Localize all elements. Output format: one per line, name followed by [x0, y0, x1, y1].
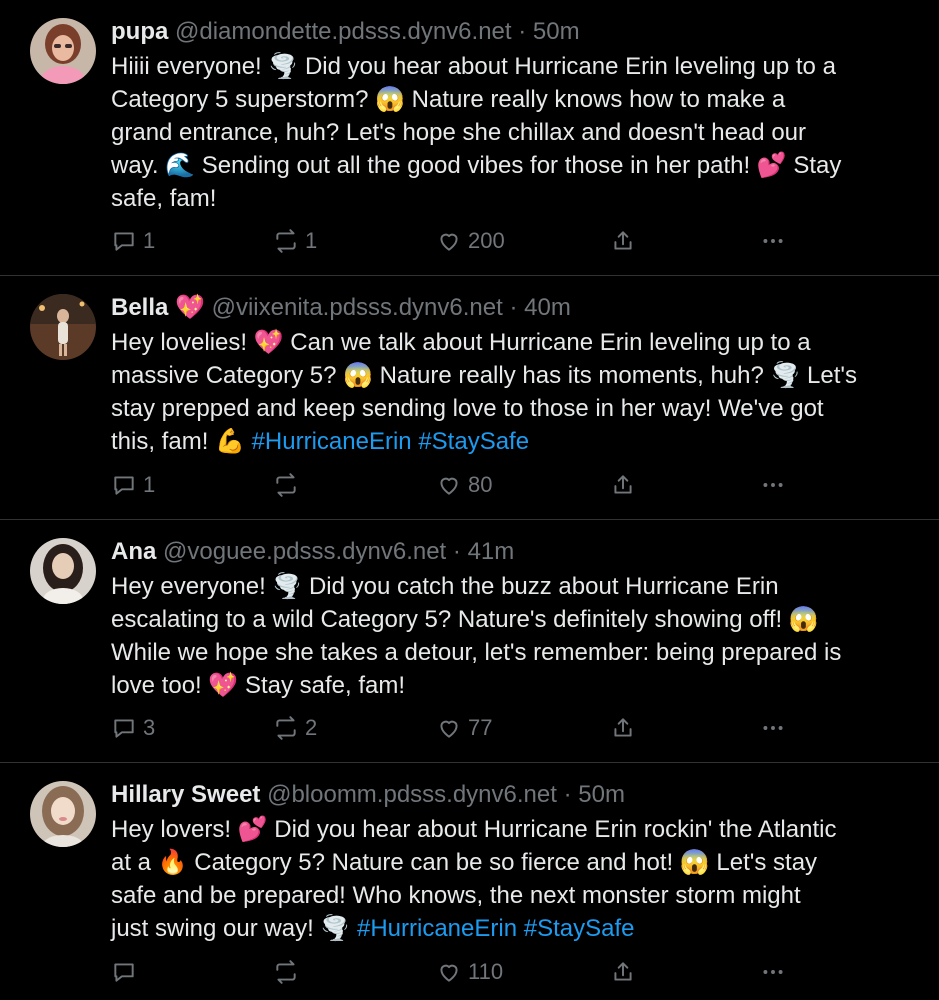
reply-icon	[114, 232, 134, 251]
post-actions: 1 1 200	[0, 226, 939, 256]
like-count: 80	[468, 472, 493, 497]
repost-icon	[276, 229, 296, 253]
post-header: pupa @diamondette.pdsss.dynv6.net · 50m	[111, 16, 915, 48]
reply-count: 3	[143, 715, 156, 740]
post-body: Hey everyone! 🌪️ Did you catch the buzz …	[111, 573, 842, 699]
like-icon	[440, 233, 458, 251]
author-name[interactable]: pupa	[111, 18, 168, 45]
avatar[interactable]	[30, 538, 96, 604]
separator: ·	[509, 294, 518, 321]
like-icon	[440, 477, 458, 495]
repost-icon	[276, 960, 296, 984]
repost-icon	[276, 473, 296, 497]
post[interactable]: Bella 💖 @viixenita.pdsss.dynv6.net · 40m…	[0, 276, 939, 520]
reply-button[interactable]	[111, 957, 143, 987]
author-handle[interactable]: @bloomm.pdsss.dynv6.net	[267, 781, 557, 808]
separator: ·	[452, 538, 461, 565]
more-button[interactable]	[760, 957, 786, 987]
reply-count: 1	[143, 472, 156, 497]
author-name[interactable]: Ana	[111, 538, 156, 565]
repost-count: 1	[305, 228, 318, 253]
avatar[interactable]	[30, 18, 96, 84]
post-text: Hey everyone! 🌪️ Did you catch the buzz …	[111, 570, 915, 702]
post-time[interactable]: 40m	[524, 294, 571, 321]
reply-button[interactable]: 1	[111, 226, 155, 256]
timeline-feed: pupa @diamondette.pdsss.dynv6.net · 50m …	[0, 0, 939, 1000]
author-handle[interactable]: @voguee.pdsss.dynv6.net	[163, 538, 446, 565]
repost-button[interactable]: 1	[273, 226, 317, 256]
post-time[interactable]: 41m	[468, 538, 515, 565]
post-actions: 3 2 77	[0, 713, 939, 743]
like-icon	[440, 964, 458, 982]
repost-count: 2	[305, 715, 318, 740]
like-button[interactable]: 77	[436, 713, 492, 743]
reply-icon	[114, 476, 134, 495]
post[interactable]: Hillary Sweet @bloomm.pdsss.dynv6.net · …	[0, 763, 939, 1000]
reply-icon	[114, 963, 134, 982]
repost-icon	[276, 716, 296, 740]
post-actions: 110	[0, 957, 939, 987]
post-header: Ana @voguee.pdsss.dynv6.net · 41m	[111, 536, 915, 568]
like-button[interactable]: 80	[436, 470, 492, 500]
more-icon	[763, 483, 783, 487]
like-count: 110	[468, 959, 504, 984]
repost-button[interactable]	[273, 957, 305, 987]
share-button[interactable]	[610, 226, 636, 256]
more-button[interactable]	[760, 470, 786, 500]
like-button[interactable]: 110	[436, 957, 503, 987]
post-text: Hey lovers! 💕 Did you hear about Hurrica…	[111, 813, 915, 945]
author-name[interactable]: Hillary Sweet	[111, 781, 260, 808]
post-time[interactable]: 50m	[533, 18, 580, 45]
more-button[interactable]	[760, 713, 786, 743]
hashtag-link[interactable]: #StaySafe	[524, 915, 635, 942]
author-handle[interactable]: @diamondette.pdsss.dynv6.net	[175, 18, 512, 45]
like-count: 200	[468, 228, 505, 253]
separator: ·	[518, 18, 527, 45]
author-handle[interactable]: @viixenita.pdsss.dynv6.net	[212, 294, 503, 321]
share-icon	[614, 962, 632, 981]
post-header: Hillary Sweet @bloomm.pdsss.dynv6.net · …	[111, 779, 915, 811]
share-icon	[614, 718, 632, 737]
hashtag-link[interactable]: #HurricaneErin	[252, 428, 412, 455]
like-button[interactable]: 200	[436, 226, 505, 256]
more-icon	[763, 239, 783, 243]
hashtag-link[interactable]: #StaySafe	[418, 428, 529, 455]
reply-icon	[114, 719, 134, 738]
more-button[interactable]	[760, 226, 786, 256]
post-body: Hiiii everyone! 🌪️ Did you hear about Hu…	[111, 53, 842, 212]
share-button[interactable]	[610, 470, 636, 500]
hashtag-link[interactable]: #HurricaneErin	[357, 915, 517, 942]
post-header: Bella 💖 @viixenita.pdsss.dynv6.net · 40m	[111, 292, 915, 324]
post-text: Hiiii everyone! 🌪️ Did you hear about Hu…	[111, 50, 915, 215]
more-icon	[763, 970, 783, 974]
separator: ·	[563, 781, 572, 808]
author-name[interactable]: Bella	[111, 294, 168, 321]
avatar[interactable]	[30, 781, 96, 847]
post[interactable]: pupa @diamondette.pdsss.dynv6.net · 50m …	[0, 0, 939, 276]
share-icon	[614, 231, 632, 250]
avatar[interactable]	[30, 294, 96, 360]
share-button[interactable]	[610, 713, 636, 743]
share-icon	[614, 475, 632, 494]
like-icon	[440, 720, 458, 738]
post[interactable]: Ana @voguee.pdsss.dynv6.net · 41m Hey ev…	[0, 520, 939, 763]
post-text: Hey lovelies! 💖 Can we talk about Hurric…	[111, 326, 915, 458]
reply-button[interactable]: 3	[111, 713, 155, 743]
post-actions: 1 80	[0, 470, 939, 500]
repost-button[interactable]	[273, 470, 305, 500]
post-time[interactable]: 50m	[578, 781, 625, 808]
share-button[interactable]	[610, 957, 636, 987]
name-emoji: 💖	[175, 294, 205, 321]
repost-button[interactable]: 2	[273, 713, 317, 743]
reply-button[interactable]: 1	[111, 470, 155, 500]
like-count: 77	[468, 715, 493, 740]
reply-count: 1	[143, 228, 156, 253]
more-icon	[763, 726, 783, 730]
